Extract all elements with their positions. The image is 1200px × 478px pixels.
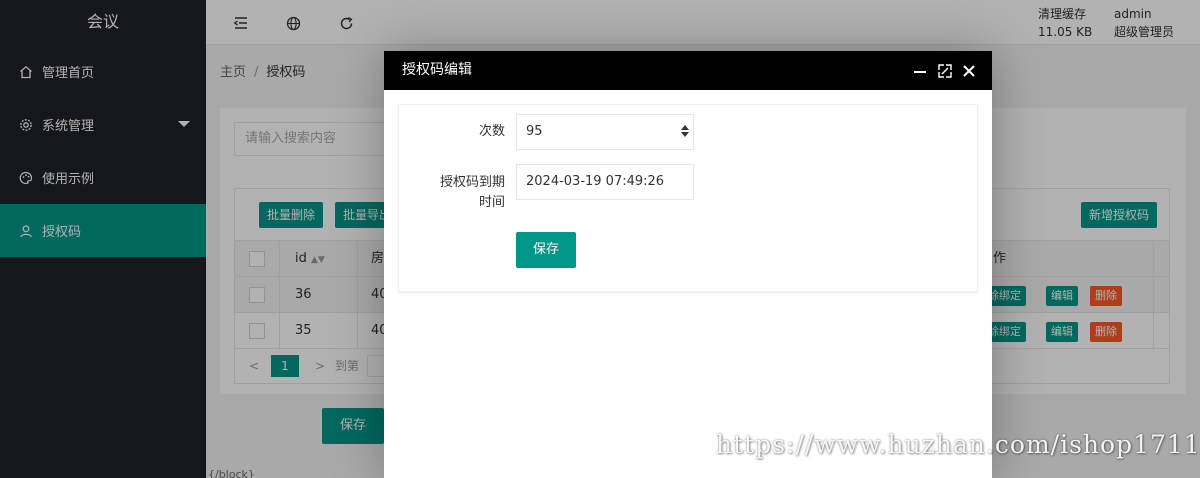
modal-save-button[interactable]: 保存 bbox=[516, 232, 576, 268]
expire-time-input[interactable]: 2024-03-19 07:49:26 bbox=[516, 164, 694, 200]
maximize-icon[interactable] bbox=[937, 63, 953, 79]
number-stepper-icon[interactable] bbox=[681, 125, 689, 139]
edit-modal: 授权码编辑 次数 95 授权码到期 时间 2024-03-19 07:49:26… bbox=[384, 51, 992, 478]
modal-title-bar: 授权码编辑 bbox=[384, 51, 992, 90]
modal-title: 授权码编辑 bbox=[402, 62, 472, 78]
count-input[interactable]: 95 bbox=[516, 114, 694, 150]
watermark-text: https://www.huzhan.com/ishop17113 bbox=[716, 430, 1200, 459]
edit-form: 次数 95 授权码到期 时间 2024-03-19 07:49:26 保存 bbox=[398, 104, 978, 292]
close-icon[interactable] bbox=[961, 63, 977, 79]
minimize-icon[interactable] bbox=[912, 63, 928, 79]
expire-label: 授权码到期 时间 bbox=[439, 175, 505, 210]
count-label: 次数 bbox=[478, 124, 505, 139]
count-value: 95 bbox=[526, 124, 543, 139]
